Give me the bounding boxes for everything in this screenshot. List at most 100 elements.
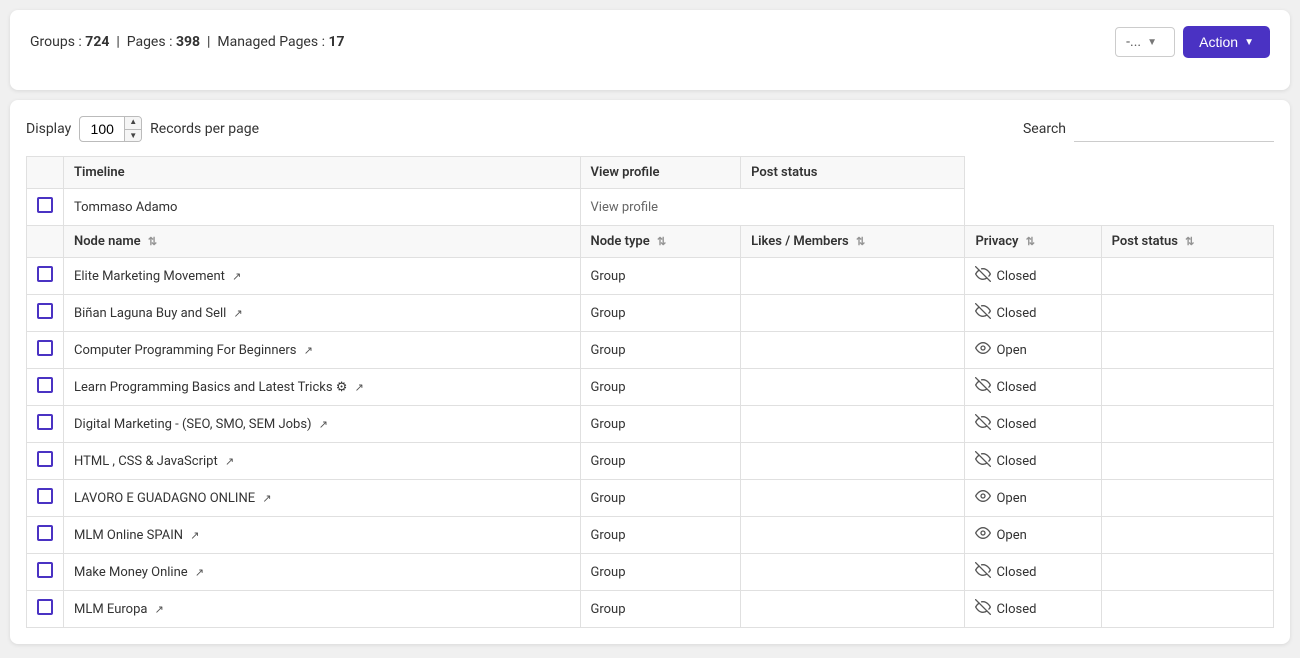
col-post-status-sort-icon: ⇅ [1185, 235, 1194, 248]
external-link-icon[interactable]: ↗ [190, 529, 199, 542]
table-row: MLM Europa ↗Group Closed [27, 591, 1274, 628]
col-likes-members[interactable]: Likes / Members ⇅ [741, 226, 965, 258]
row-likes-members [741, 591, 965, 628]
top-bar-container: Groups : 724 | Pages : 398 | Managed Pag… [10, 10, 1290, 90]
closed-eye-icon [975, 451, 991, 471]
main-content: Display ▲ ▼ Records per page Search Time… [10, 100, 1290, 644]
row-node-type: Group [580, 443, 741, 480]
col-likes-sort-icon: ⇅ [856, 235, 865, 248]
external-link-icon[interactable]: ↗ [155, 603, 164, 616]
spinner-buttons: ▲ ▼ [124, 116, 141, 142]
action-arrow-icon: ▼ [1244, 37, 1254, 48]
records-input[interactable] [80, 121, 124, 137]
row-node-type: Group [580, 480, 741, 517]
privacy-text: Closed [996, 565, 1036, 580]
row-checkbox-cell [27, 443, 64, 480]
external-link-icon[interactable]: ↗ [232, 270, 241, 283]
col-likes-label: Likes / Members [751, 234, 849, 249]
row-post-status [1101, 480, 1273, 517]
table-row: LAVORO E GUADAGNO ONLINE ↗Group Open [27, 480, 1274, 517]
row-checkbox[interactable] [37, 525, 53, 541]
privacy-text: Closed [996, 454, 1036, 469]
row-likes-members [741, 295, 965, 332]
row-node-name: MLM Online SPAIN ↗ [64, 517, 581, 554]
external-link-icon[interactable]: ↗ [195, 566, 204, 579]
row-checkbox-cell [27, 369, 64, 406]
selector-arrow-icon: ▼ [1147, 37, 1157, 48]
external-link-icon[interactable]: ↗ [304, 344, 313, 357]
col-post-status[interactable]: Post status ⇅ [1101, 226, 1273, 258]
table-row: Make Money Online ↗Group Closed [27, 554, 1274, 591]
user-checkbox[interactable] [37, 197, 53, 213]
row-checkbox-cell [27, 258, 64, 295]
table-row: Learn Programming Basics and Latest Tric… [27, 369, 1274, 406]
privacy-text: Open [996, 491, 1026, 506]
privacy-text: Open [996, 528, 1026, 543]
row-privacy: Closed [965, 258, 1101, 295]
row-node-name: MLM Europa ↗ [64, 591, 581, 628]
col-privacy[interactable]: Privacy ⇅ [965, 226, 1101, 258]
row-node-name: Biñan Laguna Buy and Sell ↗ [64, 295, 581, 332]
row-checkbox-cell [27, 554, 64, 591]
row-post-status [1101, 406, 1273, 443]
open-eye-icon [975, 488, 991, 508]
row-checkbox-cell [27, 295, 64, 332]
row-checkbox[interactable] [37, 266, 53, 282]
selector-dropdown[interactable]: -... ▼ [1115, 27, 1175, 57]
table-row: Computer Programming For Beginners ↗Grou… [27, 332, 1274, 369]
search-bar: Search [1023, 117, 1274, 142]
row-node-type: Group [580, 369, 741, 406]
data-table: Timeline View profile Post status Tommas… [26, 156, 1274, 628]
row-checkbox[interactable] [37, 414, 53, 430]
row-post-status [1101, 443, 1273, 480]
external-link-icon[interactable]: ↗ [262, 492, 271, 505]
action-button[interactable]: Action ▼ [1183, 26, 1270, 58]
privacy-text: Closed [996, 269, 1036, 284]
closed-eye-icon [975, 562, 991, 582]
row-post-status [1101, 369, 1273, 406]
external-link-icon[interactable]: ↗ [225, 455, 234, 468]
row-checkbox[interactable] [37, 303, 53, 319]
row-likes-members [741, 406, 965, 443]
closed-eye-icon [975, 377, 991, 397]
row-checkbox[interactable] [37, 377, 53, 393]
row-checkbox[interactable] [37, 488, 53, 504]
external-link-icon[interactable]: ↗ [319, 418, 328, 431]
row-privacy: Open [965, 517, 1101, 554]
spinner-up-button[interactable]: ▲ [125, 116, 141, 130]
row-node-type: Group [580, 591, 741, 628]
col-node-name-sort-icon: ⇅ [148, 235, 157, 248]
col-node-type[interactable]: Node type ⇅ [580, 226, 741, 258]
row-node-name: LAVORO E GUADAGNO ONLINE ↗ [64, 480, 581, 517]
spinner-down-button[interactable]: ▼ [125, 130, 141, 143]
row-checkbox[interactable] [37, 451, 53, 467]
col-post-status-label: Post status [1112, 234, 1178, 249]
row-checkbox[interactable] [37, 599, 53, 615]
header-view-profile: View profile [580, 157, 741, 189]
open-eye-icon [975, 340, 991, 360]
managed-pages-label: Managed Pages [217, 34, 318, 50]
col-node-name[interactable]: Node name ⇅ [64, 226, 581, 258]
row-checkbox[interactable] [37, 562, 53, 578]
row-node-name: Digital Marketing - (SEO, SMO, SEM Jobs)… [64, 406, 581, 443]
display-control: Display ▲ ▼ Records per page [26, 116, 259, 142]
closed-eye-icon [975, 599, 991, 619]
row-checkbox[interactable] [37, 340, 53, 356]
pages-count: 398 [176, 34, 200, 50]
row-checkbox-cell [27, 406, 64, 443]
privacy-text: Closed [996, 417, 1036, 432]
action-label: Action [1199, 34, 1238, 50]
records-spinner[interactable]: ▲ ▼ [79, 116, 142, 142]
col-privacy-label: Privacy [975, 234, 1018, 249]
col-privacy-sort-icon: ⇅ [1026, 235, 1035, 248]
privacy-text: Open [996, 343, 1026, 358]
search-input[interactable] [1074, 117, 1274, 142]
row-checkbox-cell [27, 332, 64, 369]
external-link-icon[interactable]: ↗ [234, 307, 243, 320]
row-node-type: Group [580, 258, 741, 295]
external-link-icon[interactable]: ↗ [355, 381, 364, 394]
search-label: Search [1023, 121, 1066, 137]
controls-bar: Display ▲ ▼ Records per page Search [26, 116, 1274, 142]
row-checkbox-cell [27, 591, 64, 628]
row-likes-members [741, 369, 965, 406]
